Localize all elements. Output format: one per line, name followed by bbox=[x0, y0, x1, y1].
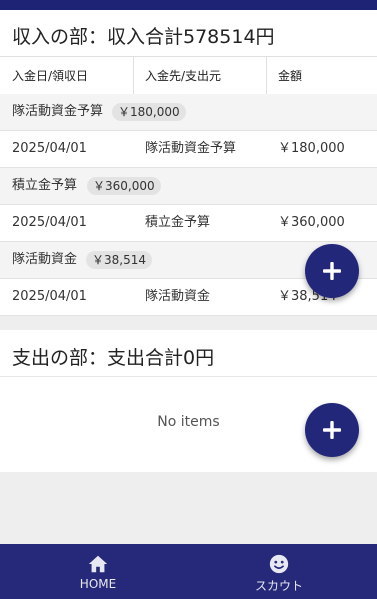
group-header[interactable]: 積立金予算 ￥360,000 bbox=[0, 168, 377, 205]
group-header[interactable]: 隊活動資金予算 ￥180,000 bbox=[0, 94, 377, 131]
group-total-chip: ￥38,514 bbox=[86, 251, 152, 269]
home-icon bbox=[88, 555, 108, 573]
table-row[interactable]: 2025/04/01 積立金予算 ￥360,000 bbox=[0, 205, 377, 242]
add-expense-button[interactable] bbox=[305, 403, 359, 457]
column-divider bbox=[266, 57, 267, 95]
column-header-amount[interactable]: 金額 bbox=[278, 57, 302, 95]
group-name: 積立金予算 bbox=[12, 178, 78, 193]
expense-section-title: 支出の部：支出合計0円 bbox=[12, 347, 215, 369]
table-row[interactable]: 2025/04/01 隊活動資金予算 ￥180,000 bbox=[0, 131, 377, 168]
row-amount: ￥180,000 bbox=[278, 141, 345, 156]
nav-item-home[interactable]: HOME bbox=[38, 544, 158, 599]
column-divider bbox=[133, 57, 134, 95]
group-total-chip: ￥360,000 bbox=[87, 177, 161, 195]
row-source: 積立金予算 bbox=[145, 215, 211, 230]
row-source: 隊活動資金 bbox=[145, 289, 211, 304]
row-amount: ￥360,000 bbox=[278, 215, 345, 230]
top-app-bar bbox=[0, 0, 377, 10]
table-header: 入金日/領収日 入金先/支出元 金額 bbox=[0, 56, 377, 96]
nav-label-home: HOME bbox=[79, 577, 117, 591]
group-name: 隊活動資金 bbox=[12, 252, 78, 267]
column-header-date[interactable]: 入金日/領収日 bbox=[12, 57, 88, 95]
bottom-navigation: HOME スカウト bbox=[0, 544, 377, 599]
nav-item-scout[interactable]: スカウト bbox=[219, 544, 339, 599]
nav-label-scout: スカウト bbox=[254, 579, 303, 593]
row-source: 隊活動資金予算 bbox=[145, 141, 237, 156]
income-section-title: 収入の部：収入合計578514円 bbox=[12, 26, 275, 48]
add-income-button[interactable] bbox=[305, 244, 359, 298]
group-total-chip: ￥180,000 bbox=[112, 103, 186, 121]
plus-icon bbox=[323, 421, 341, 439]
column-header-source[interactable]: 入金先/支出元 bbox=[145, 57, 221, 95]
divider bbox=[0, 376, 377, 377]
row-date: 2025/04/01 bbox=[12, 289, 87, 304]
smiley-icon bbox=[269, 554, 289, 574]
group-name: 隊活動資金予算 bbox=[12, 104, 104, 119]
row-date: 2025/04/01 bbox=[12, 141, 87, 156]
plus-icon bbox=[323, 262, 341, 280]
row-date: 2025/04/01 bbox=[12, 215, 87, 230]
